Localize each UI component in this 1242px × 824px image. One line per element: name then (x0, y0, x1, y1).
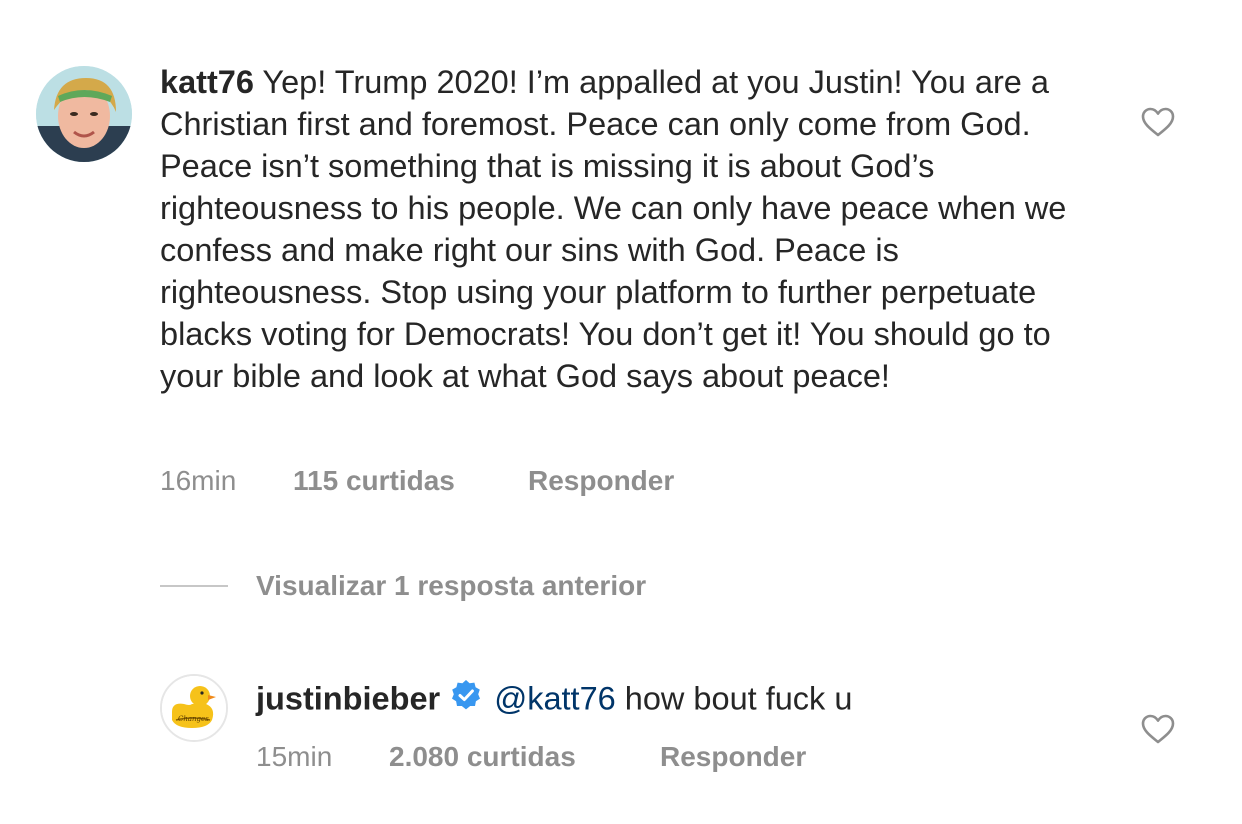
justinbieber-avatar[interactable]: Changes (160, 674, 228, 742)
like-button[interactable] (1140, 106, 1176, 138)
comment-likes[interactable]: 115 curtidas (293, 463, 455, 499)
verified-badge-icon (450, 679, 482, 711)
reply-meta: 15min 2.080 curtidas Responder (256, 739, 896, 775)
comment-body: Yep! Trump 2020! I’m appalled at you Jus… (160, 64, 1067, 394)
reply-text: justinbieber @katt76 how bout fuck u (256, 675, 852, 717)
comment-username[interactable]: katt76 (160, 64, 254, 100)
comment-meta: 16min 115 curtidas Responder (160, 463, 760, 499)
reply-body: how bout fuck u (624, 680, 853, 717)
katt76-avatar[interactable] (36, 66, 132, 162)
heart-outline-icon (1141, 107, 1175, 137)
view-replies-button[interactable]: Visualizar 1 resposta anterior (256, 568, 646, 604)
reply-reply-button[interactable]: Responder (660, 739, 806, 775)
rubber-duck-changes-avatar-icon: Changes (162, 676, 226, 740)
view-replies-row[interactable]: Visualizar 1 resposta anterior (160, 568, 860, 604)
comment-time: 16min (160, 465, 237, 496)
comment-text: katt76 Yep! Trump 2020! I’m appalled at … (160, 61, 1100, 397)
replies-divider (160, 585, 228, 587)
heart-outline-icon (1141, 714, 1175, 744)
reply-mention[interactable]: @katt76 (494, 680, 616, 716)
reply-like-button[interactable] (1140, 713, 1176, 745)
reply-time: 15min (256, 741, 333, 772)
svg-text:Changes: Changes (178, 715, 209, 723)
user-photo-avatar-icon (36, 66, 132, 162)
reply-button[interactable]: Responder (528, 463, 674, 499)
reply-username[interactable]: justinbieber (256, 680, 440, 716)
reply-likes[interactable]: 2.080 curtidas (389, 739, 576, 775)
